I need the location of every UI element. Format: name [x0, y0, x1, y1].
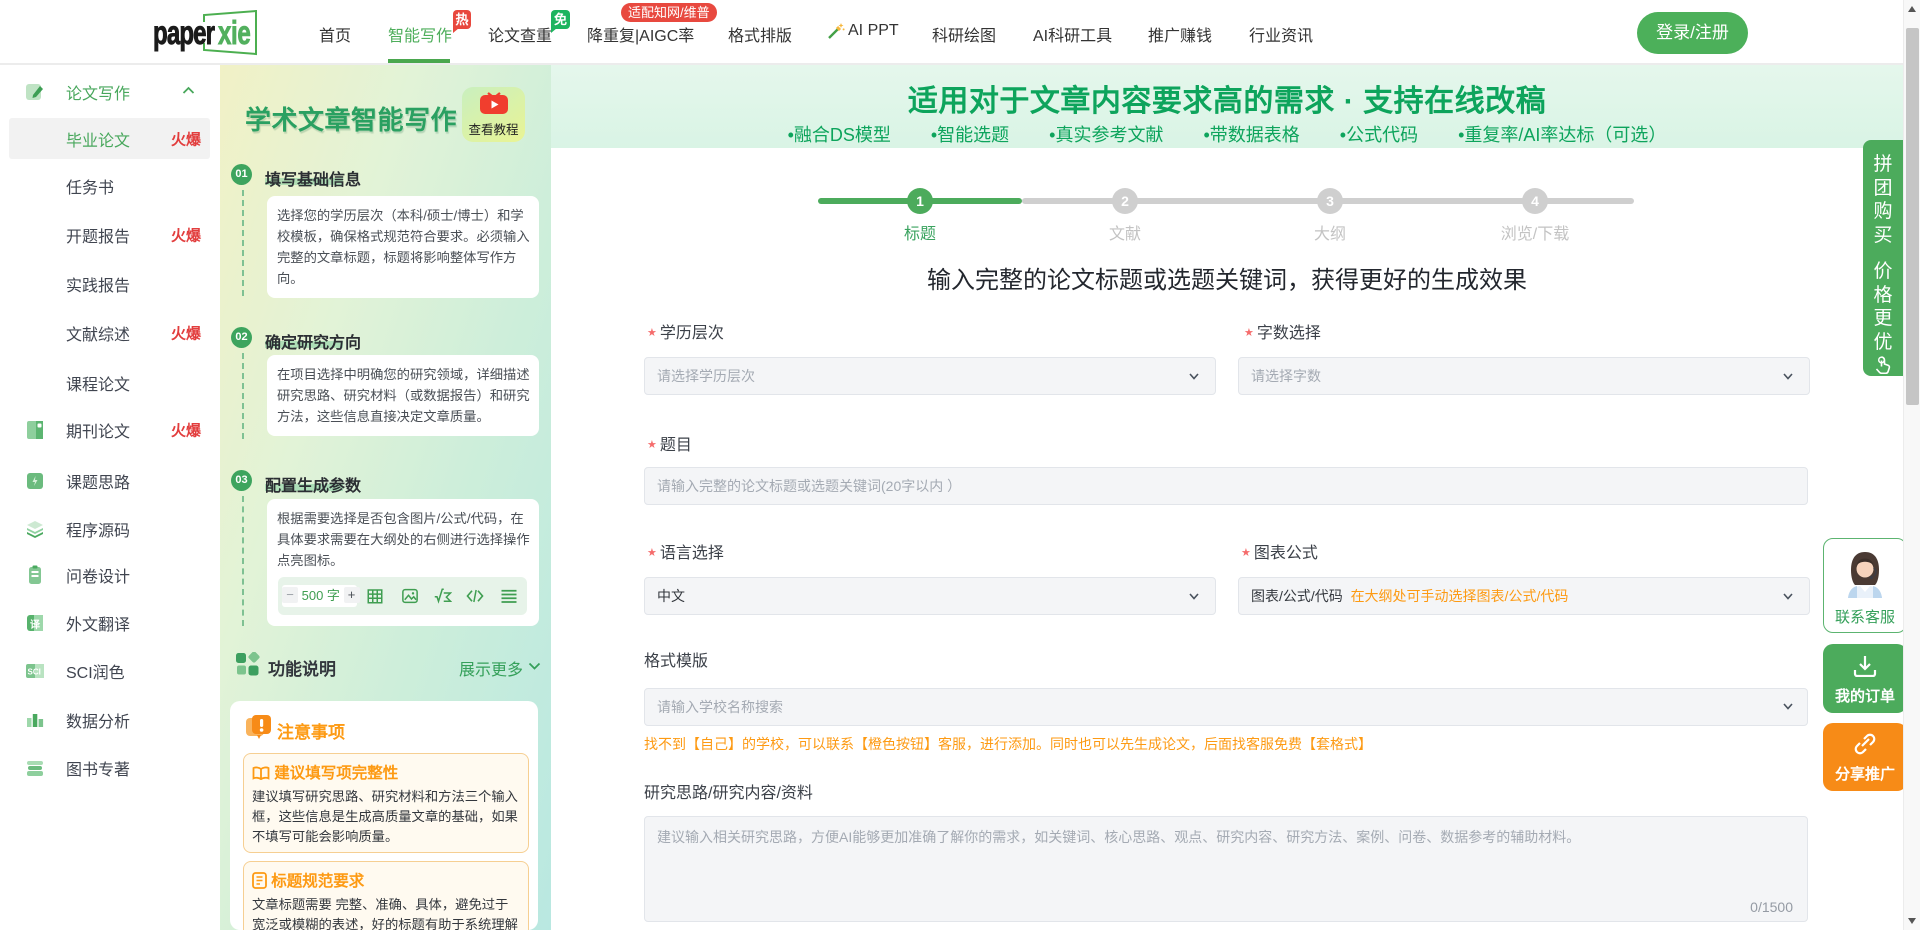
- svg-text:译: 译: [30, 618, 41, 631]
- svg-text:xie: xie: [218, 15, 251, 52]
- svg-text:SCI: SCI: [28, 668, 41, 677]
- svg-text:paper: paper: [153, 15, 215, 52]
